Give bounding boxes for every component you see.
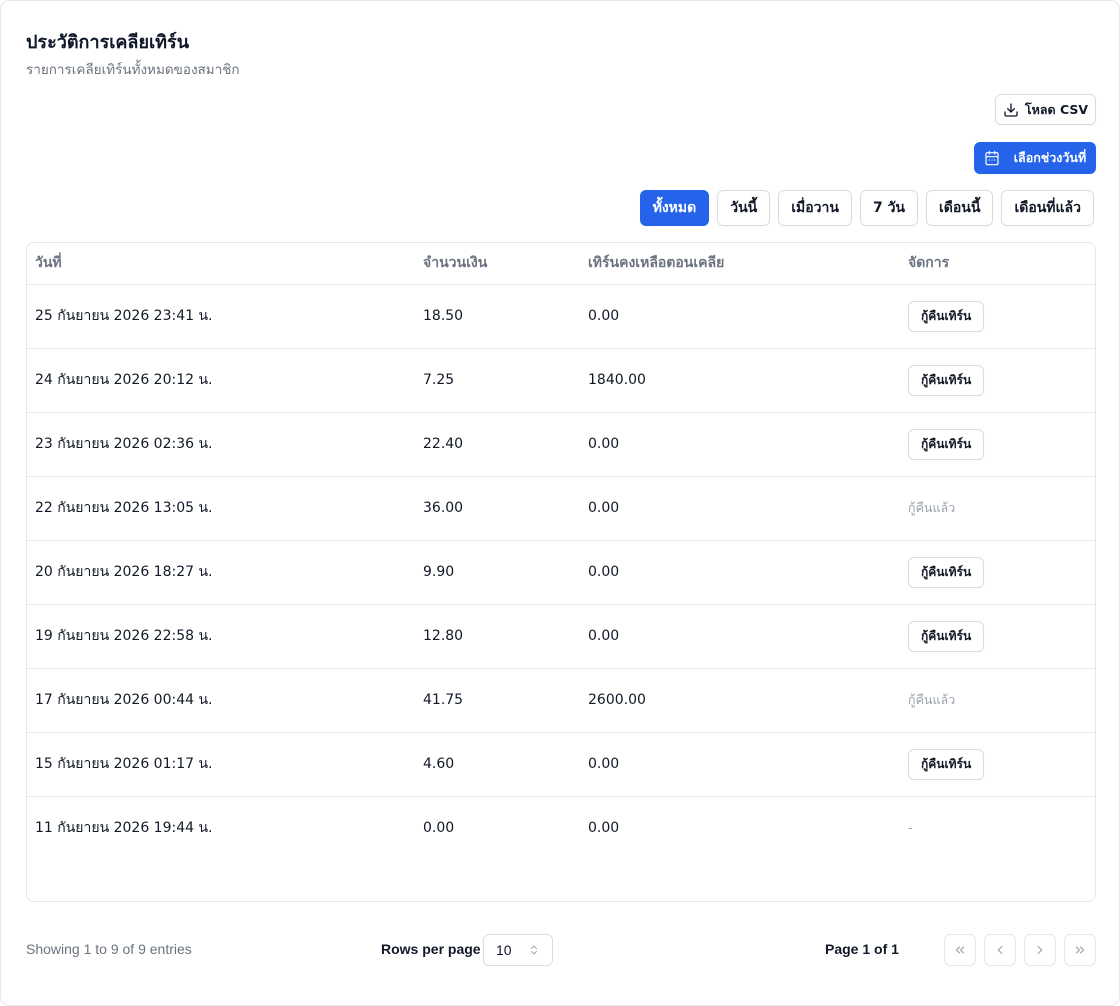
column-header-remaining-turn[interactable]: เทิร์นคงเหลือตอนเคลีย [580, 243, 900, 285]
entries-summary: Showing 1 to 9 of 9 entries [26, 941, 192, 957]
filter-last-month[interactable]: เดือนที่แล้ว [1001, 190, 1094, 226]
cell-actions: กู้คืนเทิร์น [900, 604, 1095, 669]
cell-amount: 18.50 [415, 284, 580, 349]
cell-amount: 9.90 [415, 540, 580, 605]
cell-remaining-turn: 2600.00 [580, 668, 900, 733]
restored-status-text: กู้คืนแล้ว [908, 692, 956, 707]
table-row: 17 กันยายน 2026 00:44 น. 41.75 2600.00 กู้ค… [27, 668, 1095, 733]
cell-amount: 41.75 [415, 668, 580, 733]
cell-amount: 0.00 [423, 820, 455, 837]
filter-today[interactable]: วันนี้ [717, 190, 771, 226]
clear-turn-history-card: ประวัติการเคลียเทิร์น รายการเคลียเทิร์นท… [0, 0, 1120, 1006]
cell-remaining-turn: 0.00 [580, 476, 900, 541]
restore-turn-button[interactable]: กู้คืนเทิร์น [908, 364, 985, 396]
chevron-right-icon [1033, 943, 1047, 957]
cell-date: 17 กันยายน 2026 00:44 น. [27, 668, 415, 733]
table-row: 11 กันยายน 2026 19:44 น. 0.00 0.00 - [27, 796, 1095, 860]
history-table: วันที่ จำนวนเงิน เทิร์นคงเหลือตอนเคลีย จ… [27, 243, 1095, 860]
cell-actions: - [900, 796, 1095, 860]
filter-yesterday[interactable]: เมื่อวาน [778, 190, 852, 226]
cell-amount: 4.60 [415, 732, 580, 797]
restore-turn-button[interactable]: กู้คืนเทิร์น [908, 748, 985, 780]
cell-date: 11 กันยายน 2026 19:44 น. [35, 820, 213, 837]
last-page-button[interactable] [1064, 934, 1096, 966]
table-row: 25 กันยายน 2026 23:41 น. 18.50 0.00 กู้คืนเ… [27, 284, 1095, 349]
filter-7-days[interactable]: 7 วัน [859, 190, 918, 226]
page-indicator: Page 1 of 1 [825, 941, 899, 957]
table-row: 22 กันยายน 2026 13:05 น. 36.00 0.00 กู้คืนแ… [27, 476, 1095, 541]
page-title: ประวัติการเคลียเทิร์น [26, 32, 189, 53]
rows-per-page-select[interactable]: 10 [483, 934, 553, 966]
cell-remaining-turn: 0.00 [580, 732, 900, 797]
cell-actions: กู้คืนแล้ว [900, 668, 1095, 733]
cell-remaining-turn: 0.00 [588, 820, 620, 837]
cell-remaining-turn: 0.00 [580, 604, 900, 669]
table-body: 25 กันยายน 2026 23:41 น. 18.50 0.00 กู้คืนเ… [27, 284, 1095, 860]
table-row: 19 กันยายน 2026 22:58 น. 12.80 0.00 กู้คืนเ… [27, 604, 1095, 669]
cell-date: 19 กันยายน 2026 22:58 น. [27, 604, 415, 669]
cell-amount: 36.00 [415, 476, 580, 541]
date-range-button[interactable]: เลือกช่วงวันที่ [974, 142, 1096, 174]
date-range-label: เลือกช่วงวันที่ [1013, 150, 1087, 165]
rows-per-page-value: 10 [496, 942, 512, 958]
chevrons-right-icon [1073, 943, 1087, 957]
cell-remaining-turn: 0.00 [580, 284, 900, 349]
column-header-date[interactable]: วันที่ [27, 243, 415, 285]
cell-amount: 7.25 [415, 348, 580, 413]
chevron-left-icon [993, 943, 1007, 957]
filter-this-month[interactable]: เดือนนี้ [926, 190, 994, 226]
download-icon [1003, 102, 1019, 118]
cell-actions: กู้คืนเทิร์น [900, 284, 1095, 349]
cell-actions: กู้คืนเทิร์น [900, 412, 1095, 477]
restore-turn-button[interactable]: กู้คืนเทิร์น [908, 428, 985, 460]
cell-actions: กู้คืนเทิร์น [900, 732, 1095, 797]
cell-date: 23 กันยายน 2026 02:36 น. [27, 412, 415, 477]
table-row: 24 กันยายน 2026 20:12 น. 7.25 1840.00 กู้คื… [27, 348, 1095, 413]
rows-per-page-label: Rows per page [381, 941, 481, 957]
cell-date: 25 กันยายน 2026 23:41 น. [27, 284, 415, 349]
cell-actions: กู้คืนเทิร์น [900, 540, 1095, 605]
cell-date: 22 กันยายน 2026 13:05 น. [27, 476, 415, 541]
cell-amount: 12.80 [415, 604, 580, 669]
table-row: 15 กันยายน 2026 01:17 น. 4.60 0.00 กู้คืนเท… [27, 732, 1095, 797]
download-csv-button[interactable]: โหลด CSV [995, 94, 1096, 125]
cell-date: 24 กันยายน 2026 20:12 น. [27, 348, 415, 413]
cell-remaining-turn: 0.00 [580, 412, 900, 477]
cell-actions: กู้คืนแล้ว [900, 476, 1095, 541]
restore-turn-button[interactable]: กู้คืนเทิร์น [908, 300, 985, 332]
pagination [944, 934, 1096, 966]
filter-all[interactable]: ทั้งหมด [639, 190, 710, 226]
cell-remaining-turn: 1840.00 [580, 348, 900, 413]
cell-date: 15 กันยายน 2026 01:17 น. [27, 732, 415, 797]
next-page-button[interactable] [1024, 934, 1056, 966]
cell-actions: กู้คืนเทิร์น [900, 348, 1095, 413]
first-page-button[interactable] [944, 934, 976, 966]
restore-turn-button[interactable]: กู้คืนเทิร์น [908, 556, 985, 588]
quick-date-filters: ทั้งหมด วันนี้ เมื่อวาน 7 วัน เดือนนี้ เ… [639, 190, 1094, 226]
cell-amount: 22.40 [415, 412, 580, 477]
cell-remaining-turn: 0.00 [580, 540, 900, 605]
restore-turn-button[interactable]: กู้คืนเทิร์น [908, 620, 985, 652]
table-row: 20 กันยายน 2026 18:27 น. 9.90 0.00 กู้คืนเท… [27, 540, 1095, 605]
calendar-icon [984, 150, 1000, 166]
history-table-container: วันที่ จำนวนเงิน เทิร์นคงเหลือตอนเคลีย จ… [26, 242, 1096, 902]
column-header-amount[interactable]: จำนวนเงิน [415, 243, 580, 285]
column-header-actions: จัดการ [900, 243, 1095, 285]
table-row: 23 กันยายน 2026 02:36 น. 22.40 0.00 กู้คืนเ… [27, 412, 1095, 477]
download-csv-label: โหลด CSV [1024, 101, 1089, 117]
cell-date: 20 กันยายน 2026 18:27 น. [27, 540, 415, 605]
table-header-row: วันที่ จำนวนเงิน เทิร์นคงเหลือตอนเคลีย จ… [27, 243, 1095, 285]
page-subtitle: รายการเคลียเทิร์นทั้งหมดของสมาชิก [26, 62, 240, 78]
chevron-up-down-icon [528, 944, 540, 956]
no-action-text: - [908, 820, 913, 836]
restored-status-text: กู้คืนแล้ว [908, 500, 956, 515]
previous-page-button[interactable] [984, 934, 1016, 966]
chevrons-left-icon [953, 943, 967, 957]
